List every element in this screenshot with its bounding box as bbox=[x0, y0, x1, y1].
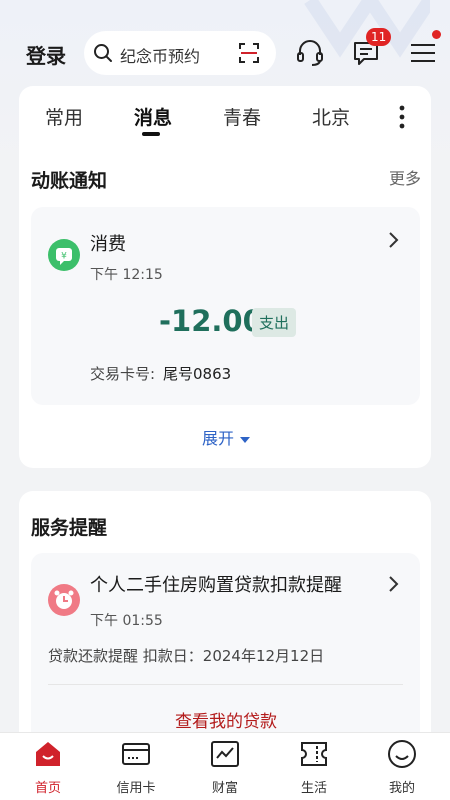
top-header: 登录 纪念币预约 11 bbox=[0, 28, 450, 78]
smiley-face-icon bbox=[388, 740, 416, 768]
tab-youth[interactable]: 青春 bbox=[223, 103, 261, 130]
customer-service-icon[interactable] bbox=[295, 38, 325, 68]
nav-credit-card-label: 信用卡 bbox=[116, 781, 156, 796]
account-notice-title: 动账通知 bbox=[31, 170, 108, 192]
transaction-item[interactable]: ¥ 消费 下午 12:15 -12.00 支出 交易卡号: 尾号0863 bbox=[31, 207, 420, 405]
nav-wealth[interactable]: 财富 bbox=[180, 733, 270, 800]
home-icon bbox=[36, 742, 60, 766]
search-icon bbox=[94, 44, 112, 62]
more-link[interactable]: 更多 bbox=[389, 165, 421, 189]
nav-credit-card[interactable]: 信用卡 bbox=[91, 733, 181, 800]
service-reminder-card: 服务提醒 个人二手住房购置贷款扣款提醒 下午 01:55 贷款还款提醒 扣款日：… bbox=[19, 491, 431, 751]
reminder-time: 下午 01:55 bbox=[90, 613, 163, 629]
nav-life-label: 生活 bbox=[300, 781, 327, 796]
nav-life[interactable]: 生活 bbox=[269, 733, 359, 800]
ticket-icon bbox=[301, 742, 327, 766]
card-number-value: 尾号0863 bbox=[163, 365, 232, 383]
divider bbox=[48, 684, 403, 685]
nav-mine[interactable]: 我的 bbox=[357, 733, 447, 800]
bottom-navigation: 首页 信用卡 财富 生活 我的 bbox=[0, 732, 450, 800]
search-input[interactable]: 纪念币预约 bbox=[120, 43, 200, 67]
search-bar[interactable]: 纪念币预约 bbox=[84, 31, 276, 75]
nav-home[interactable]: 首页 bbox=[3, 733, 93, 800]
login-button[interactable]: 登录 bbox=[26, 40, 66, 69]
chevron-right-icon bbox=[389, 576, 399, 592]
chevron-right-icon bbox=[389, 232, 399, 248]
service-reminder-title: 服务提醒 bbox=[31, 517, 108, 539]
reminder-item[interactable]: 个人二手住房购置贷款扣款提醒 下午 01:55 贷款还款提醒 扣款日：2024年… bbox=[31, 553, 420, 751]
reminder-detail: 贷款还款提醒 扣款日：2024年12月12日 bbox=[48, 647, 325, 665]
credit-card-icon bbox=[122, 743, 150, 765]
transaction-amount: -12.00 bbox=[159, 304, 263, 338]
menu-icon[interactable] bbox=[408, 38, 438, 68]
tab-common[interactable]: 常用 bbox=[45, 103, 83, 130]
svg-text:¥: ¥ bbox=[61, 252, 67, 262]
message-count-badge: 11 bbox=[366, 28, 392, 46]
nav-home-label: 首页 bbox=[34, 781, 61, 796]
alarm-clock-icon bbox=[48, 584, 80, 616]
menu-notification-dot bbox=[432, 30, 441, 39]
view-my-loan-button[interactable]: 查看我的贷款 bbox=[175, 707, 277, 732]
tab-beijing[interactable]: 北京 bbox=[312, 103, 350, 130]
tab-bar: 常用 消息 青春 北京 bbox=[19, 86, 431, 144]
more-options-icon[interactable] bbox=[395, 104, 409, 130]
tab-messages[interactable]: 消息 bbox=[134, 103, 172, 130]
reminder-title: 个人二手住房购置贷款扣款提醒 bbox=[90, 575, 342, 596]
scan-icon[interactable] bbox=[238, 42, 260, 64]
wealth-chart-icon bbox=[211, 741, 239, 767]
transaction-type-tag: 支出 bbox=[252, 308, 297, 337]
transaction-title: 消费 bbox=[90, 234, 126, 255]
caret-down-icon bbox=[240, 436, 251, 443]
expand-label: 展开 bbox=[202, 429, 235, 448]
active-tab-indicator bbox=[142, 132, 160, 136]
card-number-label: 交易卡号: bbox=[90, 365, 156, 383]
payment-icon: ¥ bbox=[48, 239, 80, 271]
transaction-time: 下午 12:15 bbox=[90, 267, 163, 283]
nav-wealth-label: 财富 bbox=[211, 781, 238, 796]
expand-button[interactable]: 展开 bbox=[202, 425, 251, 449]
nav-mine-label: 我的 bbox=[388, 781, 415, 796]
message-card: 常用 消息 青春 北京 动账通知 更多 ¥ 消费 下午 12:15 -12.00… bbox=[19, 86, 431, 468]
